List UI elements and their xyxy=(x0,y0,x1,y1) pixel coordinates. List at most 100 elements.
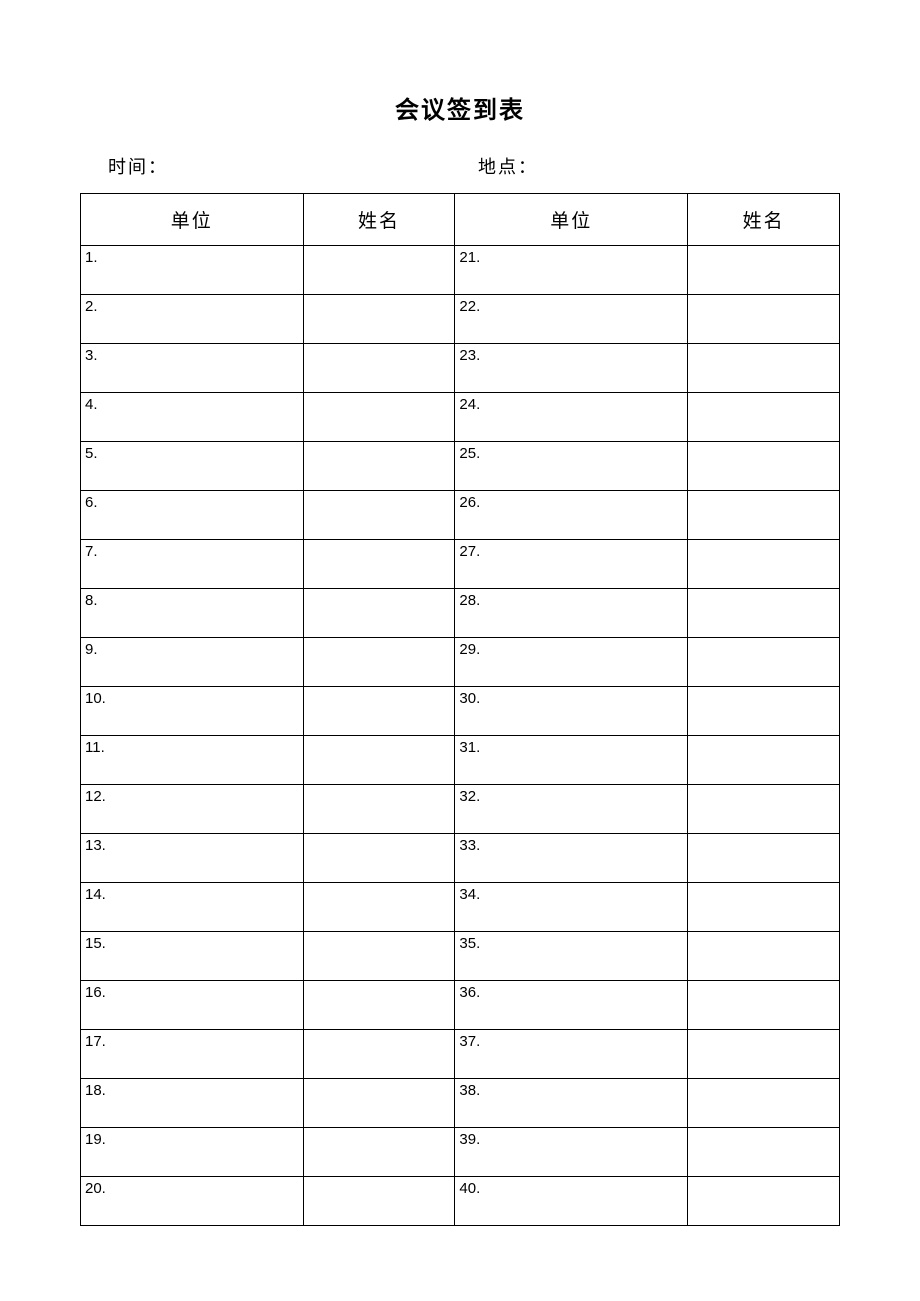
name-cell-left xyxy=(303,883,455,932)
unit-cell-right: 39. xyxy=(455,1128,688,1177)
signin-table: 单位 姓名 单位 姓名 1. 21.2.22.3.23.4. 24. 5. 25. 6. 2… xyxy=(80,193,840,1226)
table-row: 18. 38. xyxy=(81,1079,840,1128)
name-cell-left xyxy=(303,785,455,834)
table-row: 16. 36. xyxy=(81,981,840,1030)
name-cell-right xyxy=(688,442,840,491)
name-cell-left xyxy=(303,1079,455,1128)
unit-cell-right: 22. xyxy=(455,295,688,344)
name-cell-left xyxy=(303,295,455,344)
table-row: 7. 27. xyxy=(81,540,840,589)
name-cell-right xyxy=(688,295,840,344)
table-row: 2.22. xyxy=(81,295,840,344)
header-name-left: 姓名 xyxy=(303,194,455,246)
unit-cell-right: 37. xyxy=(455,1030,688,1079)
name-cell-right xyxy=(688,932,840,981)
table-row: 19. 39. xyxy=(81,1128,840,1177)
table-row: 17. 37. xyxy=(81,1030,840,1079)
name-cell-left xyxy=(303,736,455,785)
unit-cell-left: 4. xyxy=(81,393,304,442)
unit-cell-right: 34. xyxy=(455,883,688,932)
time-label: 时间： xyxy=(108,153,478,179)
unit-cell-left: 18. xyxy=(81,1079,304,1128)
table-row: 12. 32. xyxy=(81,785,840,834)
unit-cell-right: 25. xyxy=(455,442,688,491)
name-cell-right xyxy=(688,1079,840,1128)
table-row: 8. 28. xyxy=(81,589,840,638)
unit-cell-right: 26. xyxy=(455,491,688,540)
name-cell-right xyxy=(688,393,840,442)
unit-cell-right: 38. xyxy=(455,1079,688,1128)
unit-cell-right: 24. xyxy=(455,393,688,442)
name-cell-right xyxy=(688,981,840,1030)
name-cell-right xyxy=(688,687,840,736)
unit-cell-left: 8. xyxy=(81,589,304,638)
name-cell-left xyxy=(303,589,455,638)
document-title: 会议签到表 xyxy=(80,90,840,125)
meta-row: 时间： 地点： xyxy=(80,153,840,179)
name-cell-left xyxy=(303,932,455,981)
name-cell-left xyxy=(303,1128,455,1177)
unit-cell-right: 21. xyxy=(455,246,688,295)
unit-cell-right: 33. xyxy=(455,834,688,883)
name-cell-left xyxy=(303,1030,455,1079)
name-cell-right xyxy=(688,834,840,883)
table-row: 10.30. xyxy=(81,687,840,736)
unit-cell-left: 16. xyxy=(81,981,304,1030)
name-cell-right xyxy=(688,736,840,785)
unit-cell-left: 20. xyxy=(81,1177,304,1226)
table-header-row: 单位 姓名 单位 姓名 xyxy=(81,194,840,246)
name-cell-right xyxy=(688,246,840,295)
table-row: 15. 35. xyxy=(81,932,840,981)
name-cell-left xyxy=(303,442,455,491)
unit-cell-right: 36. xyxy=(455,981,688,1030)
table-row: 6. 26. xyxy=(81,491,840,540)
unit-cell-right: 40. xyxy=(455,1177,688,1226)
unit-cell-left: 17. xyxy=(81,1030,304,1079)
name-cell-right xyxy=(688,638,840,687)
unit-cell-right: 28. xyxy=(455,589,688,638)
unit-cell-right: 32. xyxy=(455,785,688,834)
name-cell-left xyxy=(303,638,455,687)
unit-cell-left: 10. xyxy=(81,687,304,736)
name-cell-right xyxy=(688,589,840,638)
unit-cell-left: 12. xyxy=(81,785,304,834)
unit-cell-left: 14. xyxy=(81,883,304,932)
unit-cell-left: 19. xyxy=(81,1128,304,1177)
table-row: 14. 34. xyxy=(81,883,840,932)
unit-cell-left: 9. xyxy=(81,638,304,687)
unit-cell-left: 6. xyxy=(81,491,304,540)
name-cell-right xyxy=(688,1128,840,1177)
table-row: 1. 21. xyxy=(81,246,840,295)
name-cell-left xyxy=(303,491,455,540)
table-row: 9.29. xyxy=(81,638,840,687)
unit-cell-left: 7. xyxy=(81,540,304,589)
name-cell-left xyxy=(303,540,455,589)
name-cell-right xyxy=(688,1177,840,1226)
table-body: 1. 21.2.22.3.23.4. 24. 5. 25. 6. 26. 7. 27. 8. 28.… xyxy=(81,246,840,1226)
unit-cell-left: 3. xyxy=(81,344,304,393)
unit-cell-left: 1. xyxy=(81,246,304,295)
document-page: 会议签到表 时间： 地点： 单位 姓名 单位 姓名 1. 21.2.22.3.23… xyxy=(0,0,920,1226)
unit-cell-left: 5. xyxy=(81,442,304,491)
name-cell-left xyxy=(303,981,455,1030)
header-unit-left: 单位 xyxy=(81,194,304,246)
name-cell-left xyxy=(303,246,455,295)
table-row: 3.23. xyxy=(81,344,840,393)
table-row: 4. 24. xyxy=(81,393,840,442)
unit-cell-right: 35. xyxy=(455,932,688,981)
header-unit-right: 单位 xyxy=(455,194,688,246)
table-row: 11. 31. xyxy=(81,736,840,785)
name-cell-left xyxy=(303,1177,455,1226)
unit-cell-left: 15. xyxy=(81,932,304,981)
name-cell-left xyxy=(303,687,455,736)
name-cell-right xyxy=(688,344,840,393)
name-cell-right xyxy=(688,1030,840,1079)
unit-cell-right: 27. xyxy=(455,540,688,589)
unit-cell-left: 11. xyxy=(81,736,304,785)
table-row: 13. 33. xyxy=(81,834,840,883)
name-cell-left xyxy=(303,393,455,442)
name-cell-right xyxy=(688,785,840,834)
unit-cell-right: 31. xyxy=(455,736,688,785)
unit-cell-left: 13. xyxy=(81,834,304,883)
name-cell-left xyxy=(303,834,455,883)
